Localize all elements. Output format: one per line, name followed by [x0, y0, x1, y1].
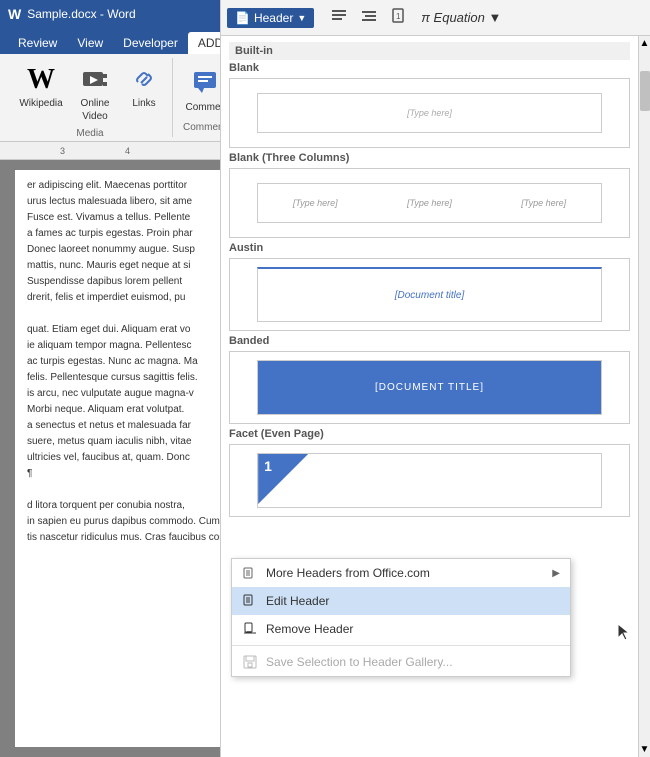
- online-video-icon: [79, 64, 111, 96]
- gallery-item-austin[interactable]: [Document title]: [229, 258, 630, 331]
- facet-page-number: 1: [264, 458, 272, 474]
- banded-header-preview: [DOCUMENT TITLE]: [257, 360, 602, 415]
- three-col-header-preview: [Type here] [Type here] [Type here]: [257, 183, 602, 223]
- facet-header-preview: 1: [257, 453, 602, 508]
- gallery-item-three-col[interactable]: [Type here] [Type here] [Type here]: [229, 168, 630, 238]
- scroll-down-button[interactable]: ▼: [638, 742, 650, 757]
- context-menu-item-save-gallery: Save Selection to Header Gallery...: [232, 648, 570, 676]
- save-gallery-icon: [242, 654, 258, 670]
- tab-view[interactable]: View: [67, 32, 113, 54]
- remove-header-label: Remove Header: [266, 622, 353, 636]
- wikipedia-button[interactable]: W Wikipedia: [16, 62, 66, 111]
- context-menu-item-edit-header[interactable]: Edit Header: [232, 587, 570, 615]
- main-area: er adipiscing elit. Maecenas porttitor u…: [0, 160, 650, 757]
- tab-review[interactable]: Review: [8, 32, 67, 54]
- gallery-item-label-banded: Banded: [229, 335, 630, 347]
- ruler-mark-3: 3: [60, 146, 65, 156]
- header-dropdown-panel: 📄 Header ▼ 1 π Equation ▼ Built-in B: [220, 160, 650, 757]
- banded-placeholder: [DOCUMENT TITLE]: [375, 382, 484, 393]
- more-headers-arrow: ▶: [552, 568, 560, 579]
- links-icon: [128, 64, 160, 96]
- edit-header-icon: [242, 593, 258, 609]
- gallery-item-facet[interactable]: 1: [229, 444, 630, 517]
- context-menu-item-more-headers[interactable]: More Headers from Office.com ▶: [232, 559, 570, 587]
- tab-developer[interactable]: Developer: [113, 32, 188, 54]
- gallery-item-label-facet: Facet (Even Page): [229, 428, 630, 440]
- title-bar-text: Sample.docx - Word: [27, 7, 136, 21]
- context-menu-item-remove-header[interactable]: Remove Header: [232, 615, 570, 643]
- more-headers-label: More Headers from Office.com: [266, 566, 430, 580]
- context-menu-separator: [232, 645, 570, 646]
- ruler-marks: 3 4: [60, 146, 130, 156]
- austin-header-preview: [Document title]: [257, 267, 602, 322]
- three-col-placeholder-1: [Type here]: [293, 198, 338, 208]
- save-gallery-label: Save Selection to Header Gallery...: [266, 655, 453, 669]
- gallery-scrollbar[interactable]: ▲ ▼: [638, 160, 650, 757]
- remove-header-icon: [242, 621, 258, 637]
- three-col-placeholder-2: [Type here]: [407, 198, 452, 208]
- austin-placeholder: [Document title]: [395, 290, 464, 301]
- ruler-mark-4: 4: [125, 146, 130, 156]
- more-headers-icon: [242, 565, 258, 581]
- gallery-item-label-three-col: Blank (Three Columns): [229, 160, 630, 164]
- context-menu: More Headers from Office.com ▶ Edit Head…: [231, 558, 571, 677]
- edit-header-label: Edit Header: [266, 594, 329, 608]
- gallery-item-banded[interactable]: [DOCUMENT TITLE]: [229, 351, 630, 424]
- links-button[interactable]: Links: [124, 62, 164, 111]
- three-col-placeholder-3: [Type here]: [521, 198, 566, 208]
- comment-icon: [191, 68, 223, 100]
- gallery-item-label-austin: Austin: [229, 242, 630, 254]
- title-bar-left: W Sample.docx - Word: [8, 6, 136, 22]
- wikipedia-icon: W: [25, 64, 57, 96]
- ribbon-group-media: W Wikipedia Online Video Links Media: [8, 58, 173, 137]
- online-video-button[interactable]: Online Video: [70, 62, 120, 124]
- app-icon: W: [8, 6, 21, 22]
